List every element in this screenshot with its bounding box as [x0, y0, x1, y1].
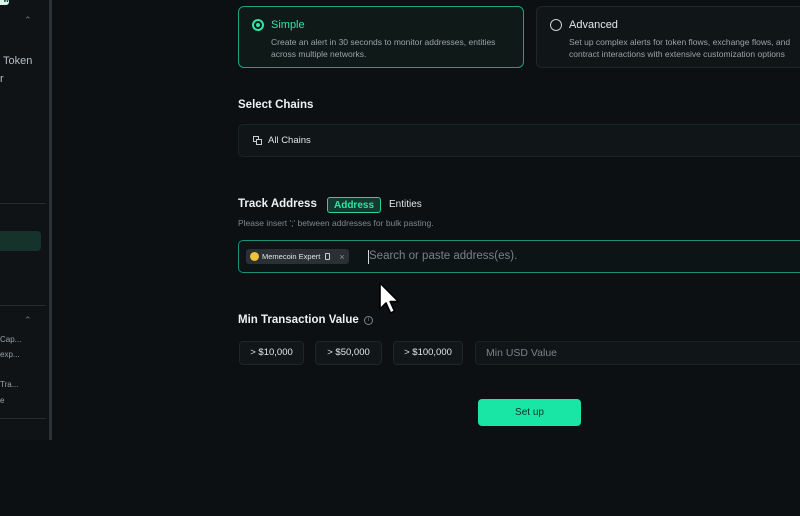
chip-label: Memecoin Expert	[262, 252, 321, 261]
radio-unselected-icon[interactable]	[550, 19, 562, 31]
sidebar-divider	[0, 418, 46, 419]
copy-icon[interactable]	[325, 253, 331, 260]
sidebar-divider	[0, 305, 46, 306]
sidebar-list-item[interactable]: Cap...	[0, 335, 21, 344]
tab-address[interactable]: Address	[327, 197, 381, 213]
bulk-paste-hint: Please insert ';' between addresses for …	[238, 218, 434, 228]
mode-card-simple[interactable]: Simple Create an alert in 30 seconds to …	[238, 6, 524, 68]
mode-title: Advanced	[569, 19, 618, 31]
address-chip[interactable]: Memecoin Expert ×	[246, 249, 349, 264]
min-transaction-label: Min Transaction Value	[238, 314, 359, 326]
chains-select[interactable]: All Chains	[238, 124, 800, 157]
min-usd-value-input[interactable]	[475, 341, 800, 365]
sidebar-list-item[interactable]: e	[0, 396, 4, 405]
mode-description-line: contract interactions with extensive cus…	[569, 49, 785, 59]
sidebar-active-item[interactable]	[0, 231, 41, 251]
address-search-input[interactable]	[369, 246, 789, 266]
sidebar: w ⌃ Token r ⌃ Cap... exp... Tra... e	[0, 0, 52, 440]
select-chains-label: Select Chains	[238, 99, 314, 111]
close-icon[interactable]: ×	[339, 252, 344, 262]
setup-button[interactable]: Set up	[478, 399, 581, 426]
mode-description-line: Set up complex alerts for token flows, e…	[569, 37, 791, 47]
mode-card-advanced[interactable]: Advanced Set up complex alerts for token…	[536, 6, 800, 68]
address-field[interactable]: Memecoin Expert ×	[238, 240, 800, 273]
amount-10k-button[interactable]: > $10,000	[239, 341, 304, 365]
track-address-label: Track Address	[238, 198, 317, 210]
mouse-pointer-icon	[379, 282, 400, 314]
chevron-up-icon[interactable]: ⌃	[24, 315, 32, 326]
chains-selected-value: All Chains	[268, 135, 311, 146]
sidebar-item-r[interactable]: r	[0, 73, 4, 85]
tab-entities[interactable]: Entities	[389, 197, 422, 213]
sidebar-divider	[0, 203, 46, 204]
chevron-up-icon[interactable]: ⌃	[24, 15, 32, 26]
chains-icon	[253, 136, 262, 145]
sidebar-list-item[interactable]: exp...	[0, 350, 20, 359]
mode-description-line: across multiple networks.	[271, 49, 367, 59]
mode-title: Simple	[271, 19, 305, 31]
sidebar-list-item[interactable]: Tra...	[0, 380, 18, 389]
amount-50k-button[interactable]: > $50,000	[315, 341, 382, 365]
amount-100k-button[interactable]: > $100,000	[393, 341, 463, 365]
radio-selected-icon[interactable]	[252, 19, 264, 31]
sidebar-item-token[interactable]: Token	[3, 55, 32, 67]
sidebar-badge: w	[0, 0, 9, 5]
mode-description-line: Create an alert in 30 seconds to monitor…	[271, 37, 496, 47]
info-icon[interactable]: i	[364, 316, 373, 325]
emoji-icon	[250, 252, 259, 261]
